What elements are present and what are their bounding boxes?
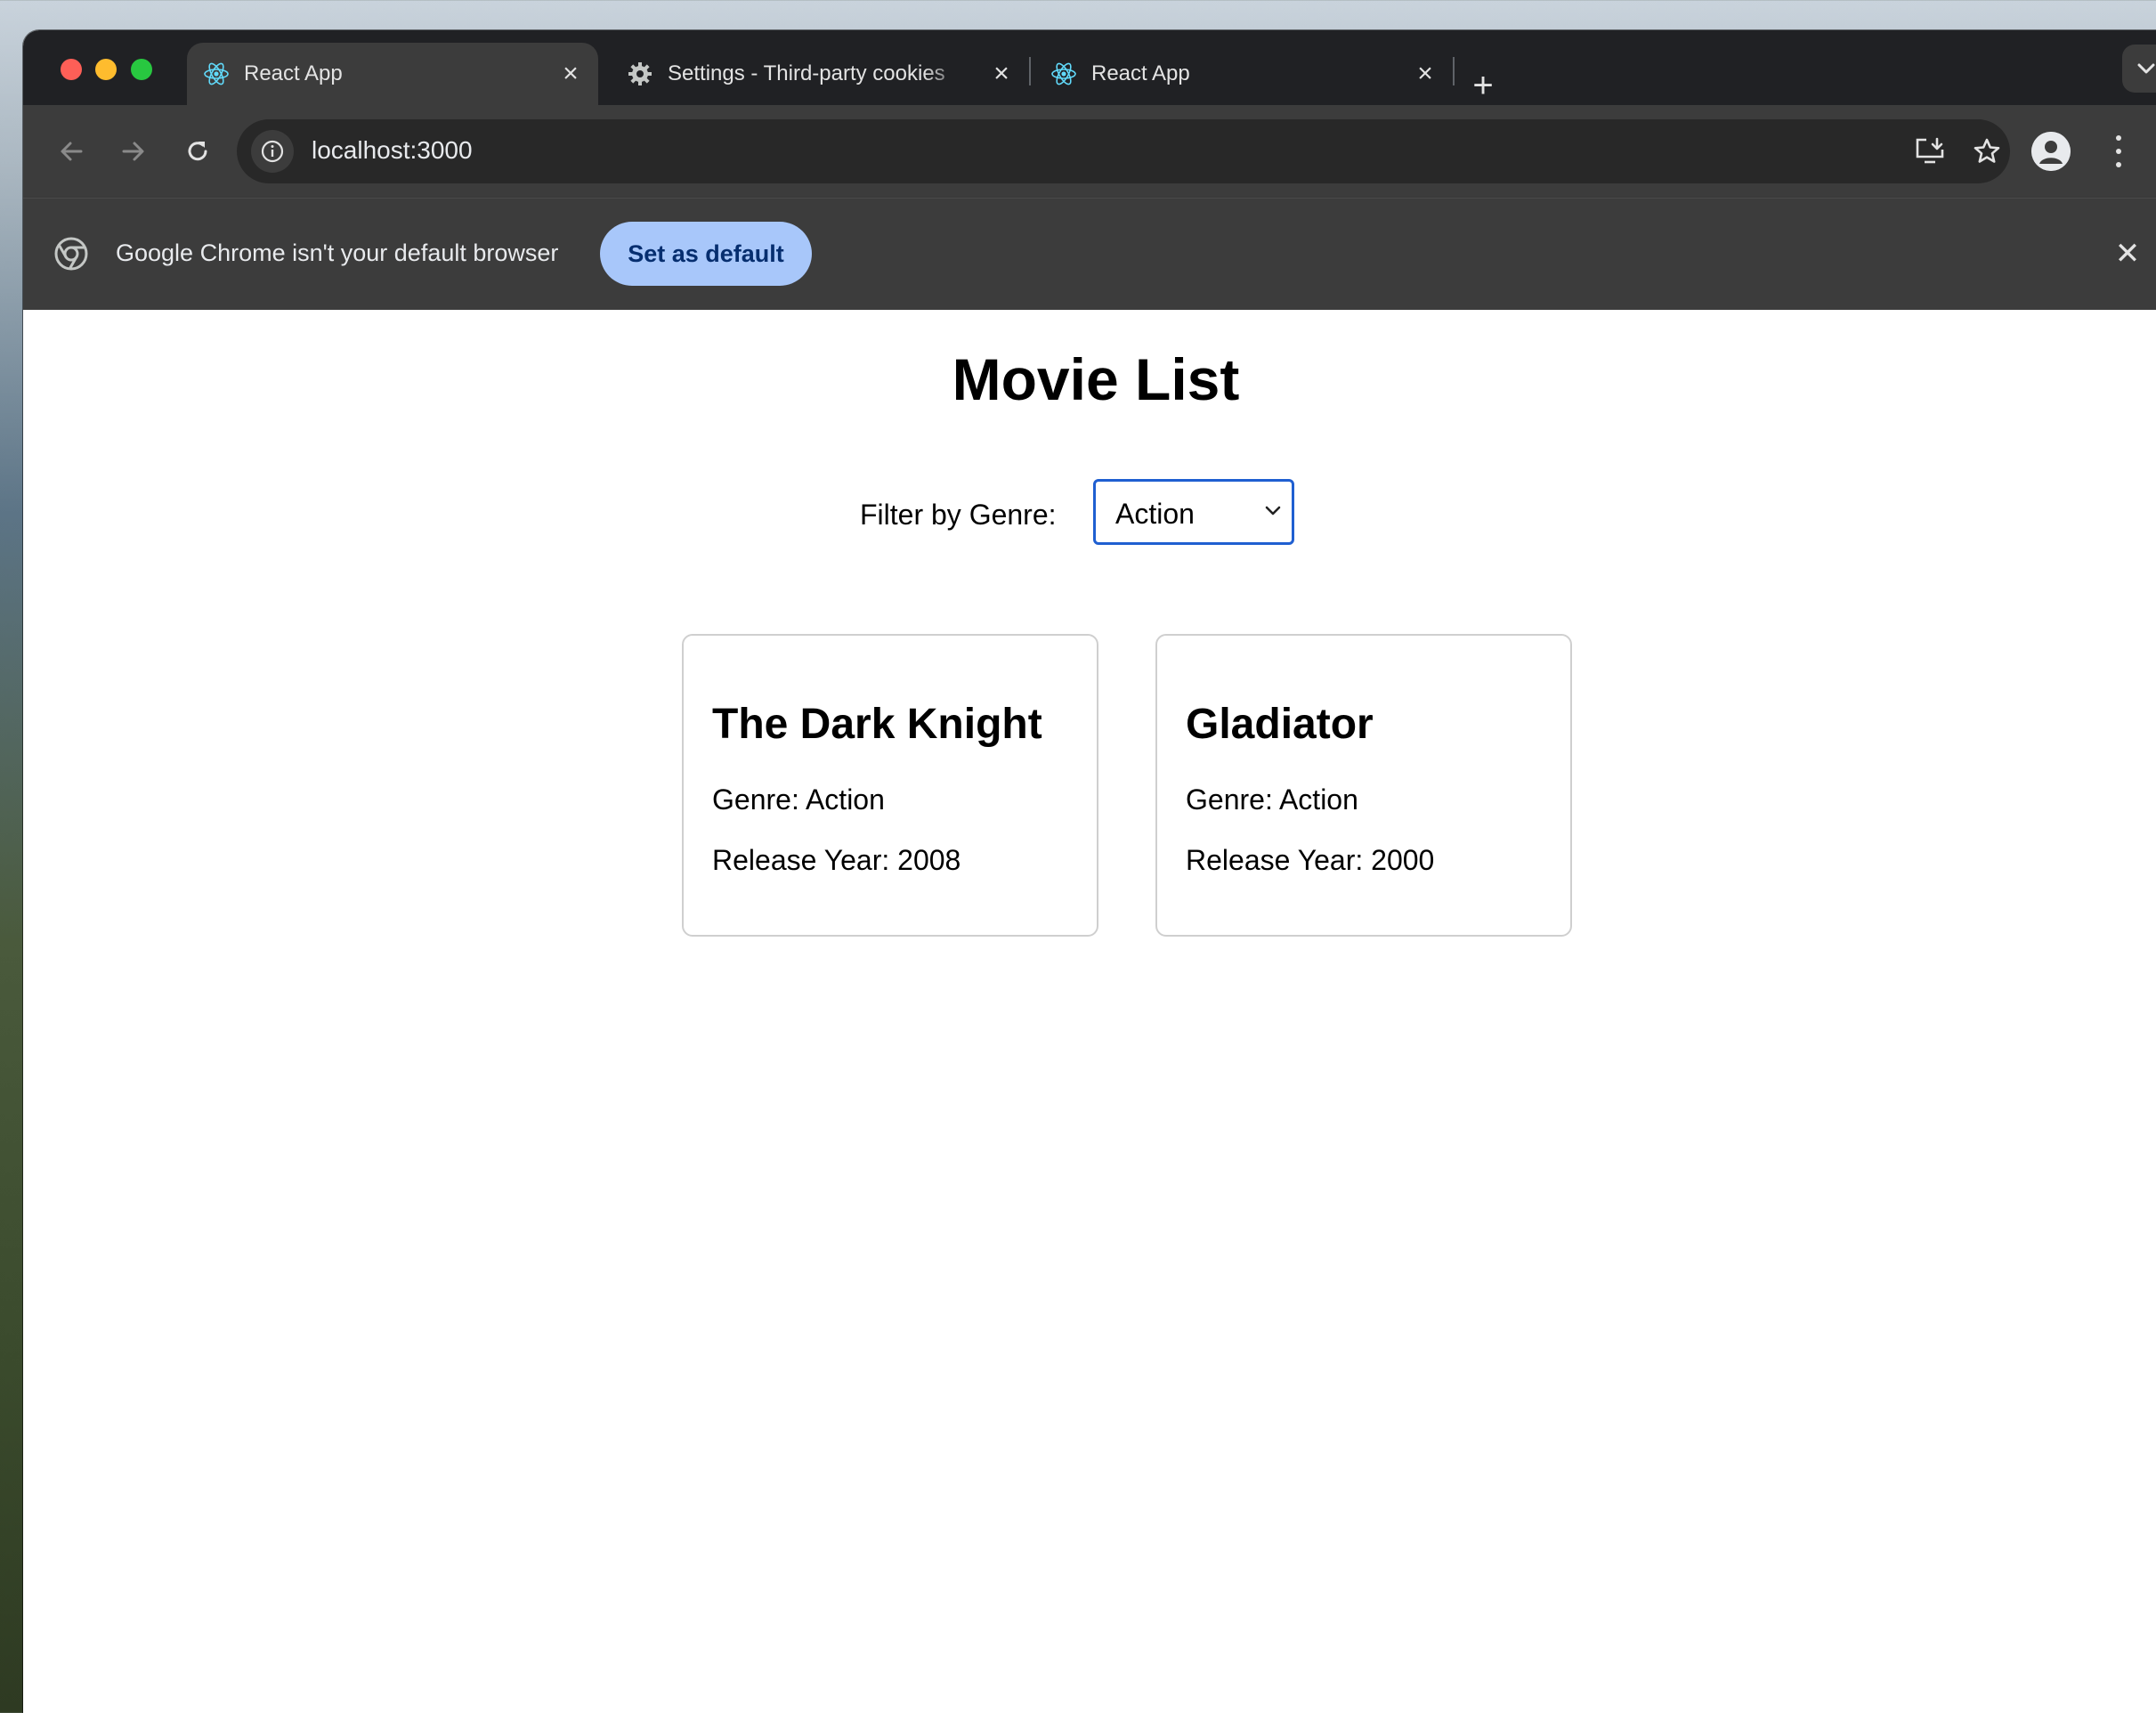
movie-title: Gladiator [1186, 701, 1374, 748]
address-bar[interactable]: localhost:3000 [237, 119, 2010, 183]
tab-separator [1453, 57, 1455, 85]
browser-toolbar: localhost:3000 [23, 105, 2156, 198]
chevron-down-icon [2137, 63, 2155, 74]
install-app-icon[interactable] [1910, 132, 1949, 171]
movie-release-year: Release Year: 2000 [1186, 844, 1435, 876]
movie-genre: Genre: Action [712, 783, 885, 816]
tab-title: React App [1091, 61, 1190, 85]
close-window-button[interactable] [61, 59, 82, 80]
more-menu-icon[interactable] [2108, 132, 2129, 171]
tab-settings[interactable]: Settings - Third-party cookies × [611, 43, 1029, 105]
page-title: Movie List [952, 346, 1240, 412]
url-text: localhost:3000 [312, 136, 473, 164]
tab-react-app-1[interactable]: React App × [187, 43, 598, 105]
profile-avatar-icon[interactable] [2031, 132, 2071, 171]
reload-icon [188, 142, 207, 161]
maximize-window-button[interactable] [131, 59, 152, 80]
react-icon [204, 62, 229, 85]
bookmark-star-icon[interactable] [1967, 132, 2006, 171]
filter-label: Filter by Genre: [860, 499, 1057, 531]
tab-react-app-2[interactable]: React App × [1034, 43, 1453, 105]
browser-window: React App × Settings - Third-party cooki… [23, 30, 2156, 1713]
chevron-down-icon [1265, 506, 1281, 516]
back-button[interactable] [50, 130, 93, 173]
set-as-default-button[interactable]: Set as default [600, 222, 812, 286]
infobar-message: Google Chrome isn't your default browser [116, 239, 559, 266]
movie-release-year: Release Year: 2008 [712, 844, 961, 876]
movie-title: The Dark Knight [712, 701, 1042, 748]
tab-strip: React App × Settings - Third-party cooki… [23, 30, 2156, 105]
close-tab-icon[interactable]: × [986, 59, 1017, 89]
page-content: Movie List Filter by Genre: Action The D… [23, 310, 2156, 1713]
minimize-window-button[interactable] [95, 59, 117, 80]
arrow-right-icon [122, 142, 144, 161]
tab-separator [1029, 57, 1031, 85]
movie-card: Gladiator Genre: Action Release Year: 20… [1155, 634, 1572, 937]
site-info-icon[interactable] [251, 130, 294, 173]
genre-select[interactable]: Action [1093, 479, 1294, 545]
movie-genre: Genre: Action [1186, 783, 1358, 816]
react-icon [1051, 62, 1076, 85]
close-tab-icon[interactable]: × [555, 59, 586, 89]
default-browser-infobar: Google Chrome isn't your default browser… [23, 198, 2156, 311]
genre-select-value: Action [1115, 498, 1195, 530]
movie-card: The Dark Knight Genre: Action Release Ye… [682, 634, 1098, 937]
forward-button[interactable] [112, 130, 155, 173]
close-tab-icon[interactable]: × [1410, 59, 1440, 89]
chrome-logo-icon [54, 237, 88, 271]
tab-title: Settings - Third-party cookies [668, 61, 945, 85]
reload-button[interactable] [176, 130, 219, 173]
new-tab-button[interactable]: + [1463, 68, 1503, 107]
tab-title: React App [244, 61, 343, 85]
gear-icon [628, 62, 652, 85]
tab-search-button[interactable] [2122, 45, 2156, 93]
arrow-left-icon [61, 142, 83, 161]
close-icon[interactable]: ✕ [2110, 236, 2145, 272]
